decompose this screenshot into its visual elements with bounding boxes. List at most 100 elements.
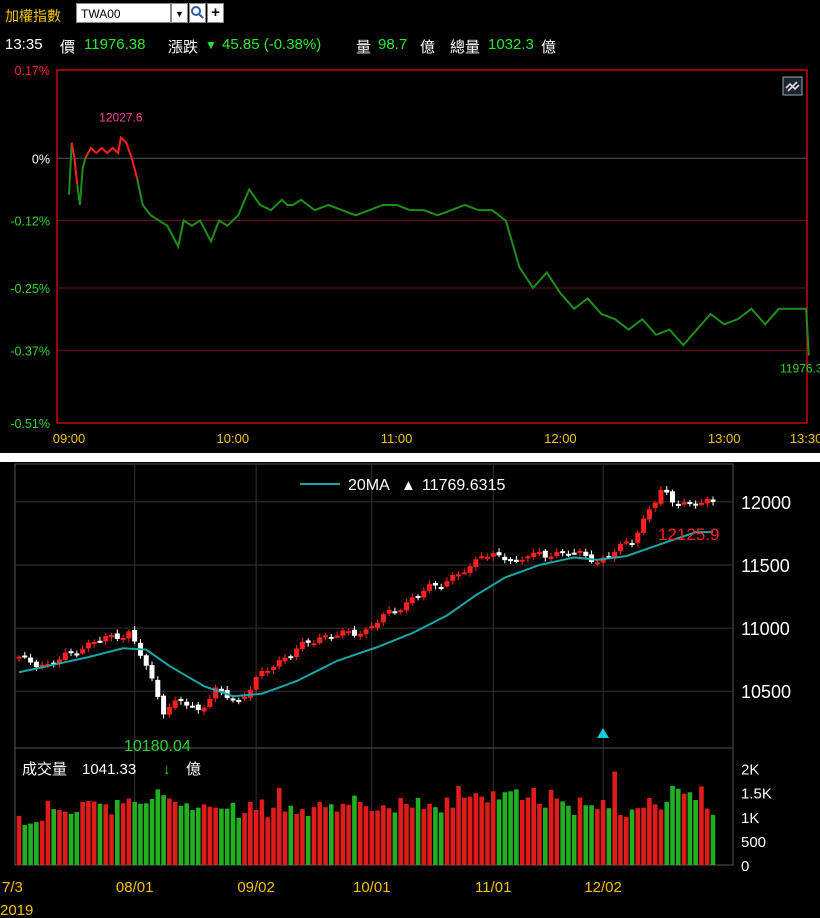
intraday-y-tick-label: -0.25%	[10, 282, 50, 296]
candle-body	[68, 651, 74, 654]
intraday-x-tick-label: 09:00	[53, 431, 86, 446]
volume-bar	[693, 799, 698, 865]
price-label: 價	[60, 39, 76, 56]
candle-body	[357, 633, 363, 637]
volume-bar	[143, 803, 149, 865]
volume-bar	[248, 801, 253, 865]
candle-body	[508, 559, 514, 562]
volume-bar	[91, 801, 97, 865]
candle-body	[421, 590, 427, 598]
candle-body	[427, 584, 433, 591]
candle-body	[311, 643, 317, 646]
candle-body	[236, 699, 242, 702]
candle-body	[288, 656, 294, 659]
volume-bar	[473, 793, 479, 865]
candle-body	[681, 502, 687, 505]
volume-bar	[253, 810, 259, 865]
candle-body	[114, 633, 120, 639]
price-y-tick-label: 10500	[741, 682, 791, 702]
max-price-label: 12125.9	[658, 525, 719, 544]
candle-body	[166, 706, 172, 715]
volume-bar	[86, 800, 91, 865]
volume-bar	[421, 809, 427, 865]
add-button[interactable]: +	[207, 3, 224, 23]
volume-bar	[623, 816, 629, 865]
candle-body	[502, 556, 508, 561]
volume-bar	[508, 791, 513, 865]
candle-body	[675, 503, 681, 506]
intraday-y-tick-label: 0%	[32, 152, 50, 166]
candle-body	[704, 498, 710, 504]
candle-body	[62, 652, 68, 660]
change-label: 漲跌	[168, 39, 199, 56]
volume-bar	[178, 805, 184, 865]
chevron-down-icon: ▼	[175, 9, 184, 19]
price-y-tick-label: 12000	[741, 493, 791, 513]
candle-body	[369, 626, 375, 629]
candle-body	[537, 552, 542, 555]
volume-label: 量	[356, 39, 372, 56]
change-arrow: ▼	[205, 38, 217, 52]
min-price-label: 10180.04	[124, 738, 191, 755]
volume-bar	[57, 810, 62, 865]
index-title: 加權指數	[5, 8, 61, 24]
volume-bar	[62, 811, 68, 865]
candle-body	[479, 556, 485, 559]
volume-bar	[600, 799, 606, 865]
volume-bar	[704, 808, 710, 865]
volume-bar	[560, 801, 565, 865]
date-x-tick-label: 10/01	[353, 879, 391, 896]
volume-bar	[415, 798, 421, 865]
volume-value: 98.7	[378, 36, 408, 53]
volume-bar	[357, 801, 363, 865]
ma20-legend-label: 20MA	[348, 477, 390, 494]
volume-bar	[525, 797, 531, 865]
volume-y-tick-label: 0	[741, 858, 749, 875]
volume-bar	[554, 798, 560, 865]
candle-body	[294, 648, 300, 657]
volume-bar	[398, 798, 403, 865]
candle-body	[80, 649, 86, 654]
candle-body	[635, 532, 641, 543]
volume-bar	[51, 809, 56, 865]
candle-body	[664, 489, 670, 493]
volume-current-value: 1041.33	[82, 761, 136, 778]
volume-bar	[629, 809, 635, 865]
volume-y-tick-label: 1.5K	[741, 786, 772, 803]
candle-body	[259, 670, 265, 676]
candle-body	[525, 556, 531, 559]
candle-body	[658, 489, 664, 504]
volume-bar	[386, 808, 392, 865]
candle-body	[710, 499, 716, 502]
candle-body	[548, 556, 554, 559]
volume-bar	[375, 810, 380, 865]
symbol-input[interactable]: TWA00	[76, 3, 171, 23]
volume-bar	[45, 800, 51, 865]
volume-bar	[224, 808, 230, 865]
candle-body	[450, 574, 456, 581]
candle-body	[623, 541, 629, 544]
candle-body	[531, 552, 537, 558]
volume-y-tick-label: 1K	[741, 810, 759, 827]
volume-bar	[531, 787, 537, 865]
candle-body	[201, 707, 207, 712]
volume-bar	[479, 796, 484, 865]
candle-body	[190, 705, 195, 708]
candle-body	[432, 582, 438, 586]
volume-bar	[276, 787, 282, 865]
volume-bar	[710, 814, 716, 865]
candle-body	[282, 657, 288, 662]
intraday-y-tick-label: 0.17%	[15, 64, 50, 78]
volume-bar	[537, 803, 542, 865]
search-button[interactable]	[189, 3, 206, 23]
candle-body	[317, 637, 323, 643]
search-icon	[191, 6, 204, 19]
volume-bar	[39, 820, 45, 865]
candle-body	[33, 661, 39, 668]
volume-bar	[369, 811, 375, 865]
candle-body	[155, 679, 161, 697]
volume-bar	[427, 803, 432, 865]
volume-bar	[687, 792, 693, 865]
candle-body	[351, 629, 357, 636]
dropdown-button[interactable]: ▼	[171, 3, 188, 23]
